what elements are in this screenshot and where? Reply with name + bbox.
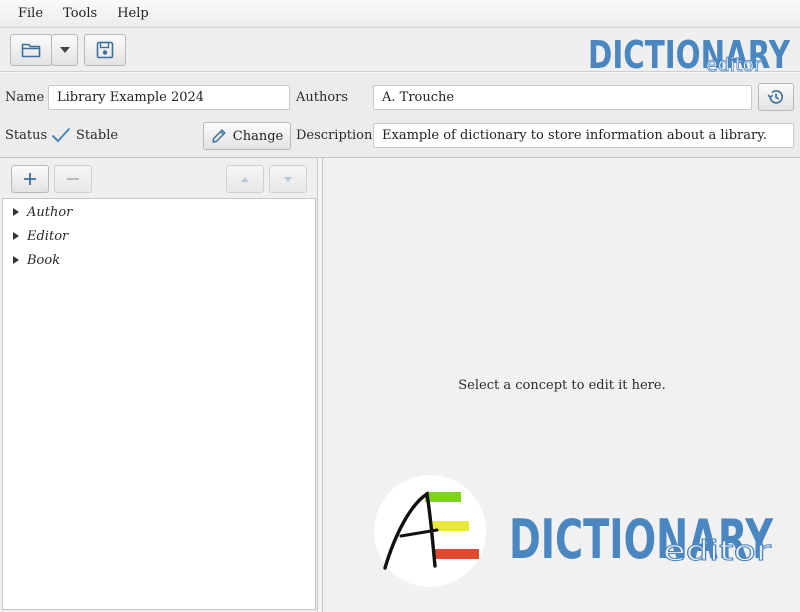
name-label: Name — [5, 90, 45, 105]
tree-item-editor[interactable]: Editor — [13, 226, 68, 246]
change-label: Change — [232, 128, 284, 144]
dictionary-properties: Name Library Example 2024 Authors A. Tro… — [0, 72, 800, 158]
name-field[interactable]: Library Example 2024 — [48, 85, 290, 110]
status-value: Stable — [76, 128, 119, 143]
save-icon — [96, 41, 114, 59]
tree-item-label: Book — [27, 252, 61, 268]
arrow-down-icon — [284, 176, 292, 182]
minus-icon — [67, 178, 79, 180]
tree-item-book[interactable]: Book — [13, 250, 60, 270]
change-status-button[interactable]: Change — [203, 122, 291, 150]
tree-item-label: Author — [27, 204, 73, 220]
dictionary-editor-logo: DICTIONARY editor — [588, 33, 790, 72]
menu-file[interactable]: File — [8, 6, 53, 21]
editor-placeholder-text: Select a concept to edit it here. — [458, 378, 666, 393]
arrow-up-icon — [241, 176, 249, 182]
dictionary-editor-large-logo: DICTIONARY editor — [374, 475, 774, 587]
authors-label: Authors — [296, 90, 349, 105]
toolbar: DICTIONARY editor — [0, 28, 800, 72]
logo-big-sub: editor — [663, 534, 772, 567]
open-button[interactable] — [10, 34, 52, 66]
checkmark-icon — [51, 127, 71, 143]
status-label: Status — [5, 128, 48, 143]
open-dropdown-button[interactable] — [51, 34, 78, 66]
concept-editor-pane: Select a concept to edit it here. DICTIO… — [322, 158, 800, 612]
add-concept-button[interactable] — [11, 165, 49, 193]
plus-icon — [24, 173, 36, 185]
expand-arrow-icon[interactable] — [13, 256, 19, 264]
menu-help[interactable]: Help — [107, 6, 159, 21]
tree-item-author[interactable]: Author — [13, 202, 72, 222]
concept-pane: Author Editor Book — [0, 158, 318, 612]
menu-tools[interactable]: Tools — [53, 6, 107, 21]
logo-bar-green — [425, 492, 461, 502]
logo-bar-red — [435, 549, 479, 559]
pencil-icon — [212, 129, 226, 143]
folder-icon — [21, 43, 41, 58]
chevron-down-icon — [59, 47, 70, 53]
concept-tree[interactable]: Author Editor Book — [2, 198, 316, 610]
description-field[interactable]: Example of dictionary to store informati… — [373, 123, 794, 148]
remove-concept-button[interactable] — [54, 165, 92, 193]
expand-arrow-icon[interactable] — [13, 232, 19, 240]
authors-field[interactable]: A. Trouche — [373, 85, 752, 110]
tree-item-label: Editor — [27, 228, 69, 244]
description-label: Description — [296, 128, 373, 143]
history-button[interactable] — [758, 83, 794, 111]
menu-bar: File Tools Help — [0, 0, 800, 28]
move-down-button[interactable] — [269, 165, 307, 193]
logo-sub: editor — [706, 54, 762, 72]
history-icon — [767, 90, 783, 104]
move-up-button[interactable] — [226, 165, 264, 193]
expand-arrow-icon[interactable] — [13, 208, 19, 216]
save-button[interactable] — [84, 34, 126, 66]
